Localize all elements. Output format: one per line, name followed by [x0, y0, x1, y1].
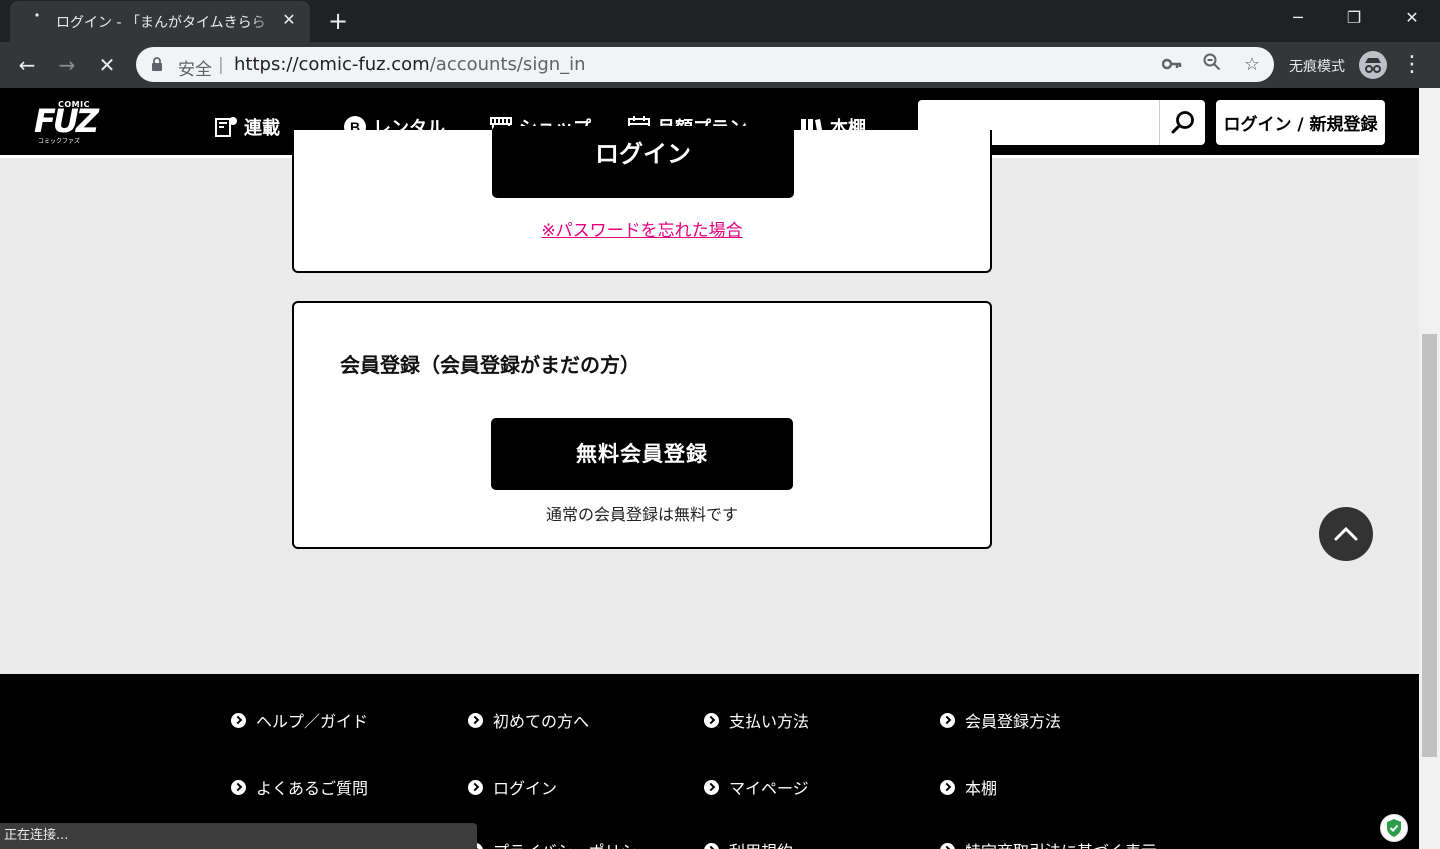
address-separator: |: [218, 55, 224, 75]
browser-toolbar: ← → ✕ 安全 | https://comic-fuz.com/account…: [0, 42, 1440, 88]
zoom-icon[interactable]: [1200, 53, 1224, 77]
register-card: 会員登録（会員登録がまだの方） 無料会員登録 通常の会員登録は無料です: [292, 301, 992, 549]
close-window-icon[interactable]: ✕: [1384, 0, 1440, 36]
arrow-circle-icon: [940, 779, 955, 795]
new-tab-button[interactable]: +: [324, 8, 352, 36]
login-card: ログイン ※パスワードを忘れた場合: [292, 126, 992, 273]
footer-link-terms[interactable]: 利用規約: [704, 838, 793, 849]
chevron-up-icon: [1334, 526, 1358, 541]
footer-link-bookshelf[interactable]: 本棚: [940, 775, 997, 799]
browser-status-bar: 正在连接...: [0, 823, 477, 849]
scrollbar-thumb[interactable]: [1422, 334, 1437, 757]
loading-spinner-icon: [35, 13, 39, 17]
incognito-label: 无痕模式: [1289, 59, 1345, 75]
nav-serial[interactable]: 連載: [214, 114, 280, 140]
search-divider: [1159, 100, 1160, 145]
arrow-circle-icon: [704, 779, 719, 795]
arrow-circle-icon: [940, 842, 955, 849]
key-icon[interactable]: [1160, 53, 1184, 77]
shield-check-icon[interactable]: [1380, 814, 1408, 842]
tab-close-icon[interactable]: ✕: [280, 11, 298, 29]
arrow-circle-icon: [231, 779, 246, 795]
footer-link-commerce-law[interactable]: 特定商取引法に基づく表示: [940, 838, 1157, 849]
arrow-circle-icon: [468, 712, 483, 728]
secure-label: 安全: [178, 60, 212, 80]
stop-loading-icon[interactable]: ✕: [92, 50, 122, 80]
arrow-circle-icon: [704, 842, 719, 849]
forgot-password-link[interactable]: ※パスワードを忘れた場合: [294, 216, 990, 241]
footer-link-mypage[interactable]: マイページ: [704, 775, 809, 799]
register-note: 通常の会員登録は無料です: [545, 505, 738, 524]
incognito-icon[interactable]: [1359, 51, 1387, 79]
search-icon[interactable]: [1170, 110, 1196, 136]
footer-link-privacy[interactable]: プライバシーポリシー: [468, 838, 653, 849]
footer-link-payment[interactable]: 支払い方法: [704, 708, 809, 732]
register-heading: 会員登録（会員登録がまだの方）: [340, 353, 640, 377]
page-scrollbar[interactable]: [1419, 88, 1440, 849]
back-to-top-button[interactable]: [1319, 507, 1373, 561]
arrow-circle-icon: [940, 712, 955, 728]
bookmark-star-icon[interactable]: ☆: [1240, 53, 1264, 77]
tab-title: ログイン - 「まんがタイムきらら: [56, 15, 266, 31]
comic-fuz-logo[interactable]: COMIC FUZ コミックファズ: [34, 100, 99, 145]
footer-link-first-time[interactable]: 初めての方へ: [468, 708, 589, 732]
browser-menu-icon[interactable]: ⋮: [1400, 50, 1424, 80]
browser-tab[interactable]: ログイン - 「まんがタイムきらら ✕: [10, 1, 310, 42]
serial-icon: [215, 117, 237, 137]
back-arrow-icon[interactable]: ←: [12, 50, 42, 80]
free-register-button[interactable]: 無料会員登録: [491, 418, 793, 490]
address-bar[interactable]: 安全 | https://comic-fuz.com/accounts/sign…: [136, 47, 1274, 82]
arrow-circle-icon: [468, 779, 483, 795]
footer-link-login[interactable]: ログイン: [468, 775, 557, 799]
footer-link-help[interactable]: ヘルプ／ガイド: [231, 708, 368, 732]
url-text[interactable]: https://comic-fuz.com/accounts/sign_in: [234, 54, 586, 75]
lock-icon: [152, 57, 162, 71]
arrow-circle-icon: [231, 712, 246, 728]
forward-arrow-icon[interactable]: →: [52, 50, 82, 80]
footer-link-faq[interactable]: よくあるご質問: [231, 775, 368, 799]
footer-link-registration[interactable]: 会員登録方法: [940, 708, 1061, 732]
login-register-button[interactable]: ログイン / 新規登録: [1216, 100, 1385, 145]
arrow-circle-icon: [704, 712, 719, 728]
login-submit-button[interactable]: ログイン: [492, 126, 794, 198]
browser-tabstrip: ログイン - 「まんがタイムきらら ✕ + ─ ❐ ✕: [0, 0, 1440, 42]
minimize-icon[interactable]: ─: [1270, 0, 1326, 36]
restore-icon[interactable]: ❐: [1326, 0, 1382, 36]
